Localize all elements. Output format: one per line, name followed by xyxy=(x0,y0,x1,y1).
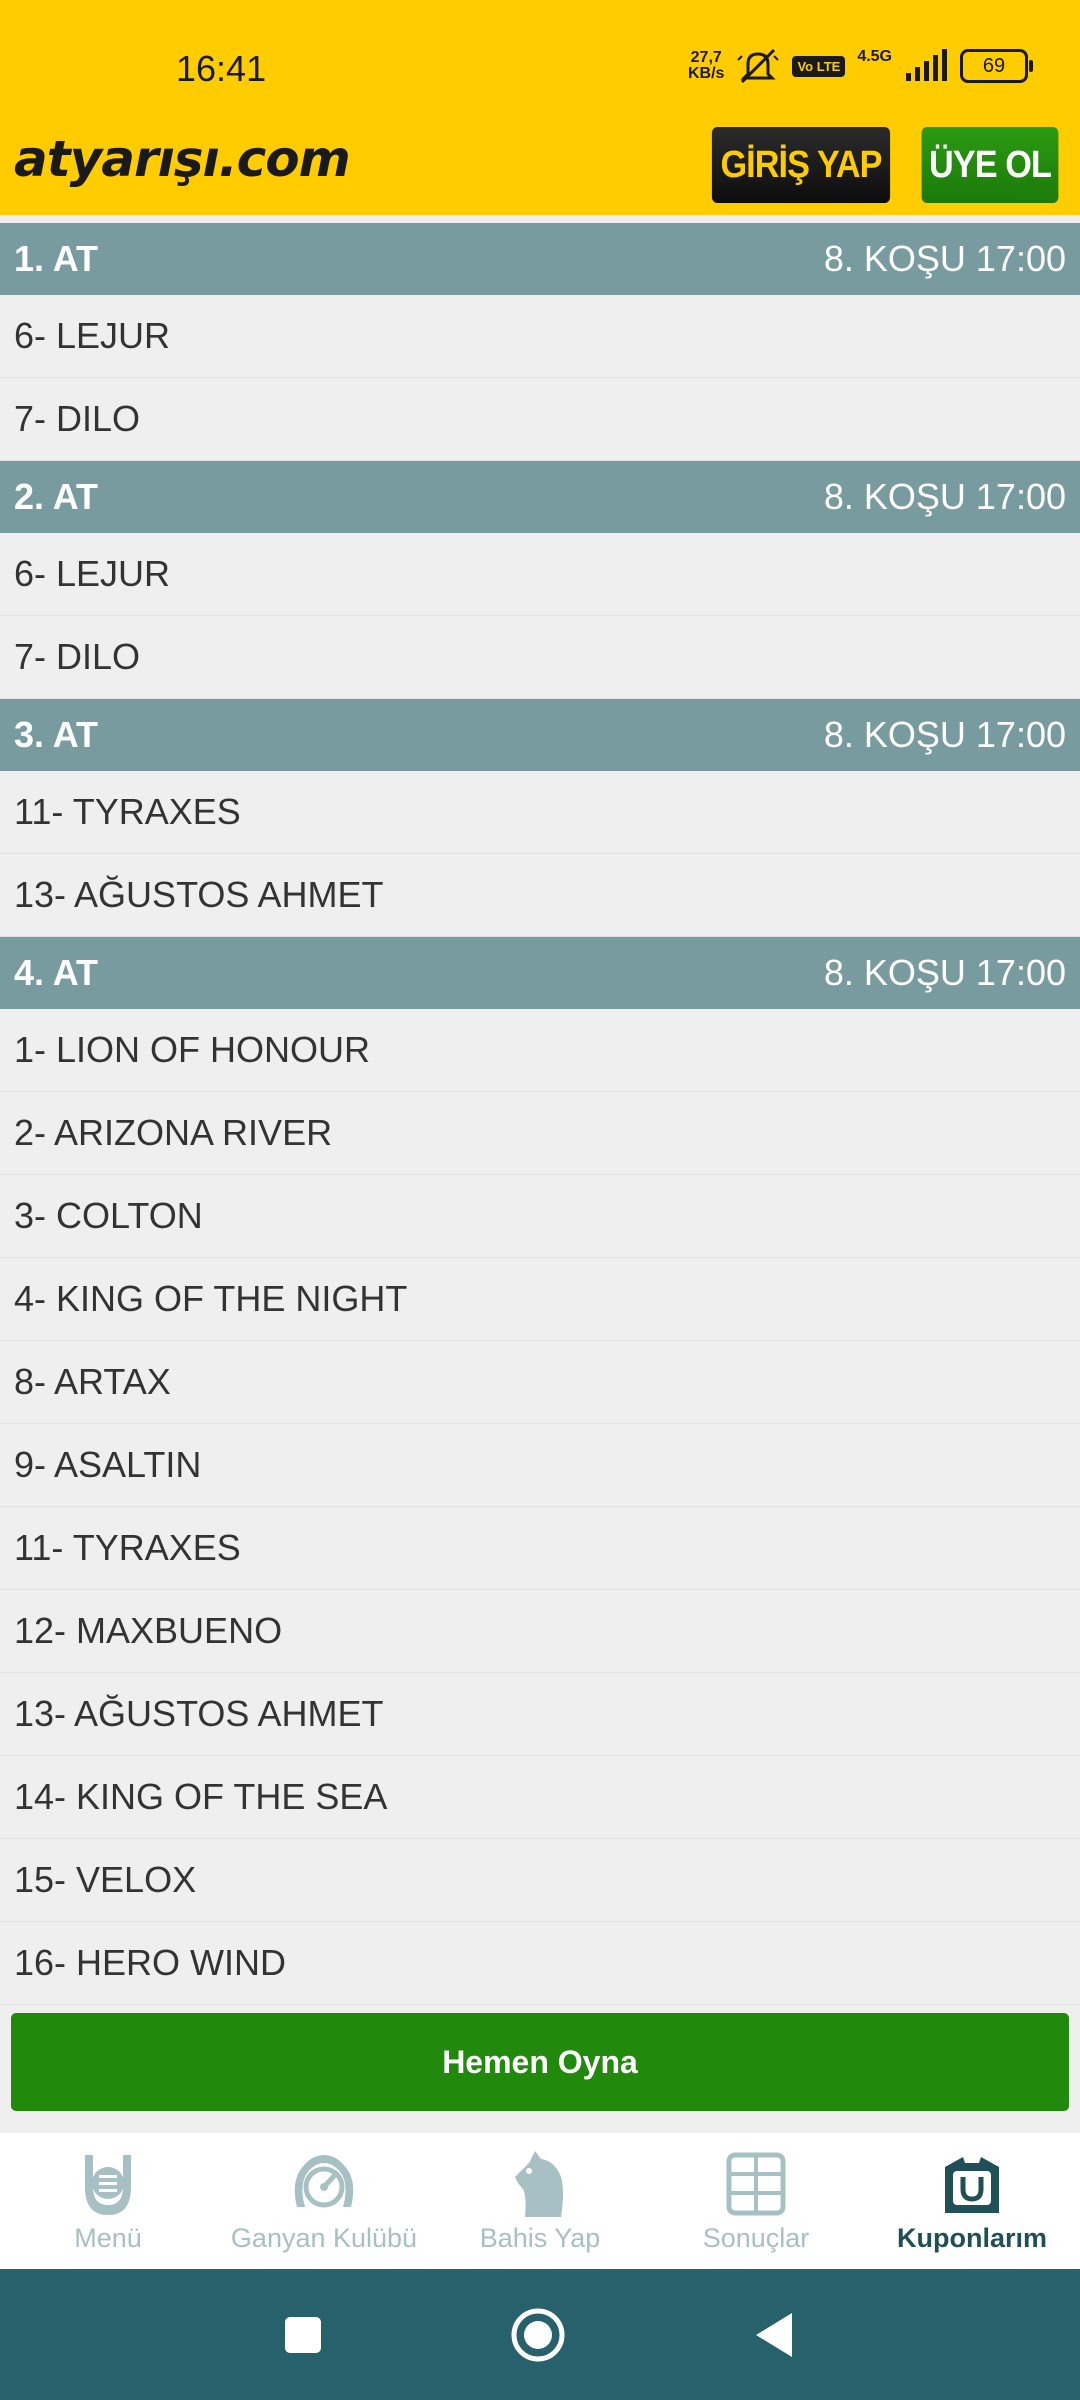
selection-list: 1. AT 8. KOŞU 17:00 6- LEJUR 7- DILO 2. … xyxy=(0,223,1080,2139)
system-nav-bar xyxy=(0,2269,1080,2400)
play-button-container: Hemen Oyna xyxy=(0,2005,1080,2139)
section-header-1: 1. AT 8. KOŞU 17:00 xyxy=(0,223,1080,295)
login-button[interactable]: GİRİŞ YAP xyxy=(711,127,891,203)
results-board-icon xyxy=(726,2152,786,2216)
app-header: atyarışı.com GİRİŞ YAP ÜYE OL xyxy=(0,120,1080,215)
nav-results[interactable]: Sonuçlar xyxy=(648,2133,864,2269)
horseshoe-menu-icon xyxy=(85,2155,131,2215)
horse-row[interactable]: 1- LION OF HONOUR xyxy=(0,1009,1080,1092)
nav-menu[interactable]: Menü xyxy=(0,2133,216,2269)
home-icon[interactable] xyxy=(510,2307,566,2363)
horseshoe-gauge-icon xyxy=(294,2155,354,2208)
section-title: 4. AT xyxy=(14,952,99,993)
horse-row[interactable]: 3- COLTON xyxy=(0,1175,1080,1258)
signal-icon xyxy=(906,49,947,81)
section-header-2: 2. AT 8. KOŞU 17:00 xyxy=(0,461,1080,533)
horse-row[interactable]: 8- ARTAX xyxy=(0,1341,1080,1424)
horse-row[interactable]: 6- LEJUR xyxy=(0,533,1080,616)
section-race: 8. KOŞU 17:00 xyxy=(823,714,1066,755)
status-time: 16:41 xyxy=(176,48,267,89)
horse-row[interactable]: 15- VELOX xyxy=(0,1839,1080,1922)
nav-label: Sonuçlar xyxy=(702,2223,810,2253)
section-race: 8. KOŞU 17:00 xyxy=(823,476,1066,517)
horse-row[interactable]: 16- HERO WIND xyxy=(0,1922,1080,2005)
horse-row[interactable]: 11- TYRAXES xyxy=(0,771,1080,854)
battery-icon: 69 xyxy=(960,49,1033,83)
coupons-icon xyxy=(945,2157,999,2213)
play-now-button[interactable]: Hemen Oyna xyxy=(11,2013,1069,2111)
horse-row[interactable]: 2- ARIZONA RIVER xyxy=(0,1092,1080,1175)
section-race: 8. KOŞU 17:00 xyxy=(823,238,1066,279)
net-speed: 27,7 KB/s xyxy=(688,50,724,82)
nav-label: Menü xyxy=(74,2223,142,2253)
horse-row[interactable]: 9- ASALTIN xyxy=(0,1424,1080,1507)
nav-coupons[interactable]: Kuponlarım xyxy=(864,2133,1080,2269)
network-type: 4.5G xyxy=(857,48,892,65)
nav-label: Kuponlarım xyxy=(896,2223,1047,2253)
horse-head-icon xyxy=(515,2151,563,2217)
net-speed-value: 27,7 xyxy=(690,49,722,66)
section-title: 2. AT xyxy=(14,476,99,517)
back-icon[interactable] xyxy=(752,2311,796,2359)
horse-row[interactable]: 7- DILO xyxy=(0,378,1080,461)
section-title: 3. AT xyxy=(14,714,99,755)
section-header-4: 4. AT 8. KOŞU 17:00 xyxy=(0,937,1080,1009)
horse-row[interactable]: 12- MAXBUENO xyxy=(0,1590,1080,1673)
horse-row[interactable]: 13- AĞUSTOS AHMET xyxy=(0,854,1080,937)
nav-label: Bahis Yap xyxy=(479,2223,601,2253)
recent-apps-icon[interactable] xyxy=(283,2315,323,2355)
section-header-3: 3. AT 8. KOŞU 17:00 xyxy=(0,699,1080,771)
bottom-nav: Menü Ganyan Kulübü Bahis Yap Sonuçlar Ku… xyxy=(0,2133,1080,2269)
site-logo[interactable]: atyarışı.com xyxy=(14,130,351,188)
horse-row[interactable]: 11- TYRAXES xyxy=(0,1507,1080,1590)
horse-row[interactable]: 14- KING OF THE SEA xyxy=(0,1756,1080,1839)
register-button[interactable]: ÜYE OL xyxy=(921,127,1059,203)
volte-badge: Vo LTE xyxy=(792,55,846,77)
status-icons: 27,7 KB/s Vo LTE 4.5G 69 xyxy=(688,46,1033,86)
status-bar: 16:41 27,7 KB/s Vo LTE 4.5G 69 xyxy=(0,0,1080,120)
horse-row[interactable]: 6- LEJUR xyxy=(0,295,1080,378)
horse-row[interactable]: 4- KING OF THE NIGHT xyxy=(0,1258,1080,1341)
net-speed-unit: KB/s xyxy=(688,65,725,82)
nav-label: Ganyan Kulübü xyxy=(230,2223,418,2253)
horse-row[interactable]: 13- AĞUSTOS AHMET xyxy=(0,1673,1080,1756)
section-race: 8. KOŞU 17:00 xyxy=(823,952,1066,993)
mute-icon xyxy=(737,48,780,84)
nav-ganyan-club[interactable]: Ganyan Kulübü xyxy=(216,2133,432,2269)
section-title: 1. AT xyxy=(14,238,99,279)
horse-row[interactable]: 7- DILO xyxy=(0,616,1080,699)
nav-place-bet[interactable]: Bahis Yap xyxy=(432,2133,648,2269)
